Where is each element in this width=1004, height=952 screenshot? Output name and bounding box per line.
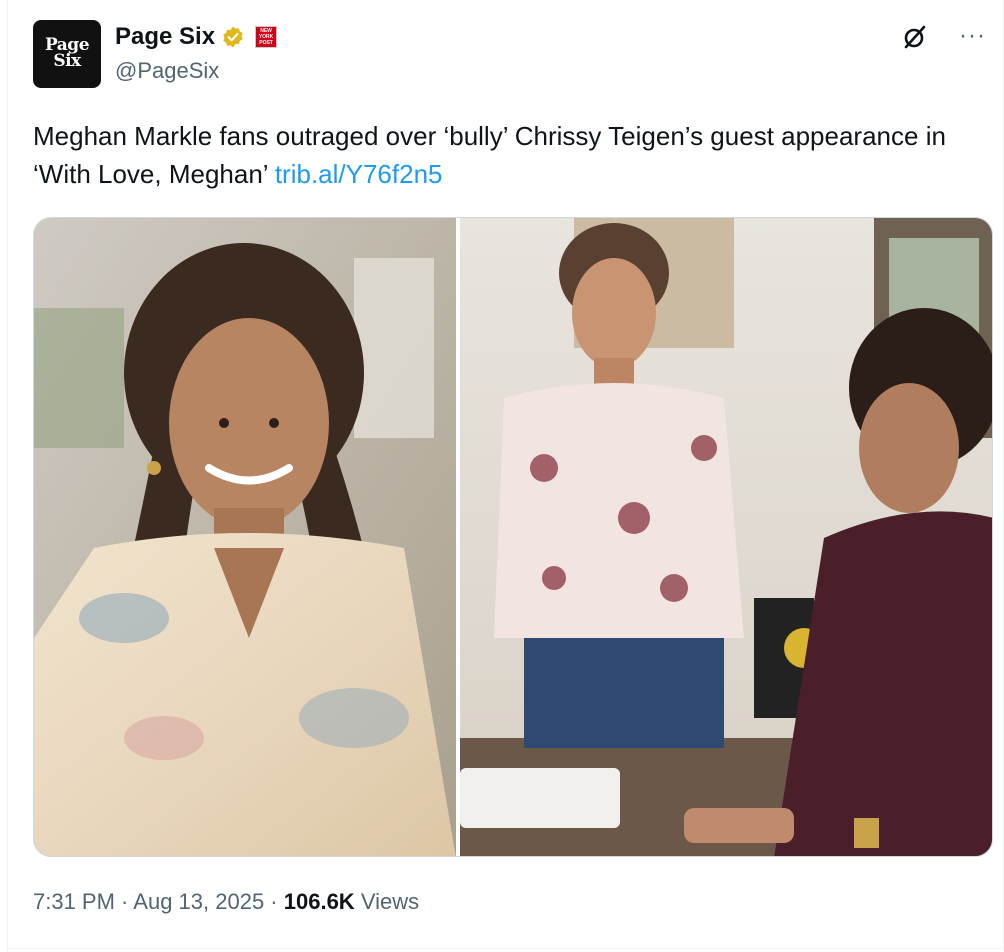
tweet-date[interactable]: Aug 13, 2025: [133, 889, 264, 914]
grok-icon[interactable]: [902, 24, 928, 50]
photo-divider: [456, 218, 460, 856]
tweet-body: Meghan Markle fans outraged over ‘bully’…: [33, 121, 946, 189]
display-name[interactable]: Page Six: [115, 23, 215, 51]
affiliate-badge-icon[interactable]: NEW YORK POST: [255, 26, 278, 48]
author-handle[interactable]: @PageSix: [115, 58, 277, 84]
meta-separator: ·: [114, 889, 134, 914]
tweet-time[interactable]: 7:31 PM: [33, 889, 115, 914]
media-image[interactable]: [33, 217, 993, 857]
avatar[interactable]: Page Six: [33, 20, 101, 88]
avatar-text-line2: Six: [53, 51, 81, 71]
tweet-header: Page Six Page Six NEW YORK POST @PageSix…: [33, 20, 986, 90]
more-options-button[interactable]: ···: [959, 22, 986, 50]
tweet-link[interactable]: trib.al/Y76f2n5: [275, 159, 443, 189]
display-name-row: Page Six NEW YORK POST: [115, 23, 278, 51]
meta-separator: ·: [264, 889, 284, 914]
right-photo: [460, 218, 992, 856]
left-photo: [34, 218, 456, 856]
author-names: Page Six NEW YORK POST @PageSix: [115, 23, 278, 84]
views-label: Views: [354, 889, 420, 914]
views-count[interactable]: 106.6K: [284, 889, 355, 914]
verified-badge-icon[interactable]: [221, 25, 245, 49]
tweet-meta: 7:31 PM · Aug 13, 2025 · 106.6K Views: [33, 889, 419, 915]
card-bottom-divider: [7, 948, 1004, 949]
affiliate-badge-text: NEW YORK POST: [258, 28, 274, 46]
card-left-border: [7, 0, 8, 952]
tweet-text: Meghan Markle fans outraged over ‘bully’…: [33, 117, 963, 193]
media-illustration: [34, 218, 992, 856]
